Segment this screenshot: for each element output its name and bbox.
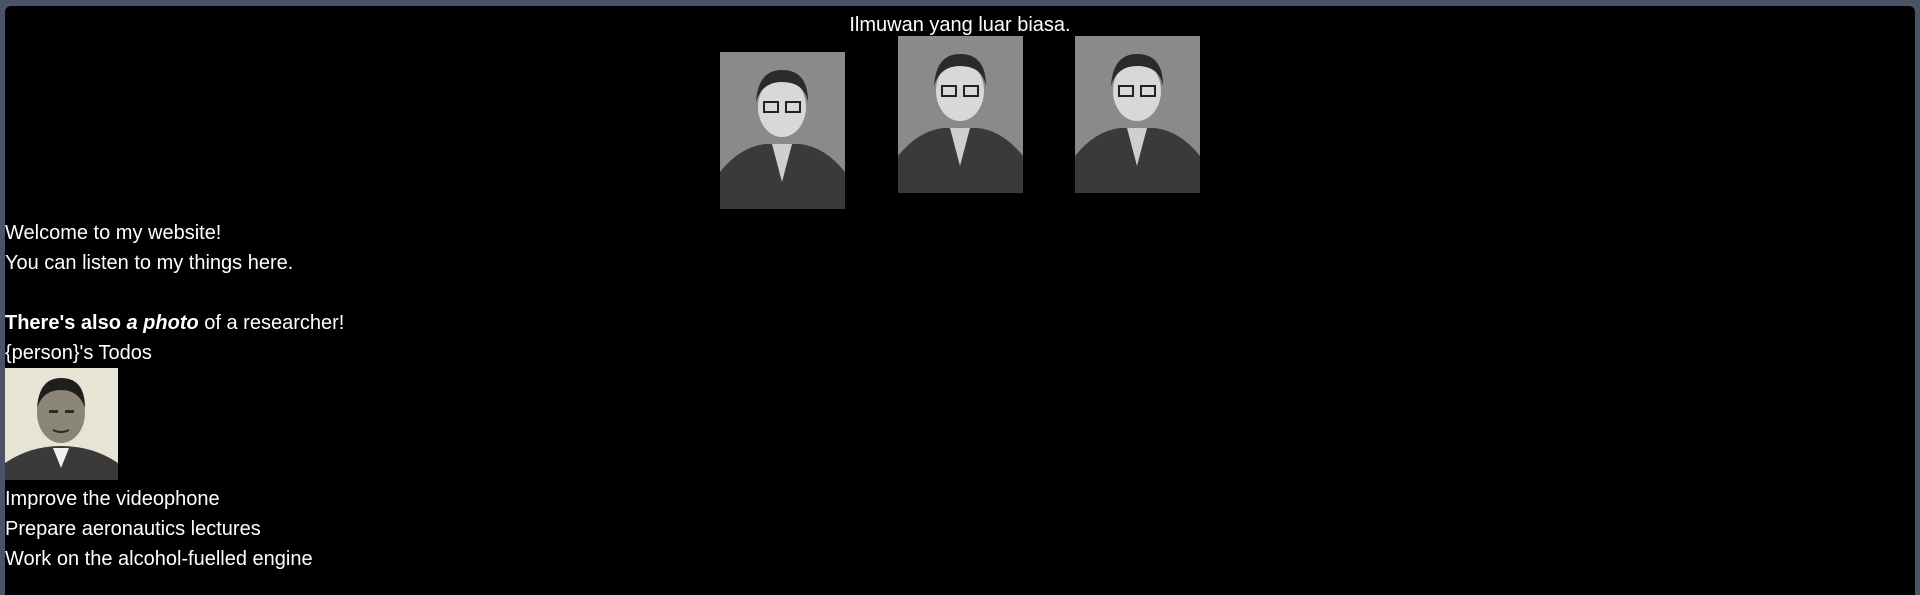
photo-note-suffix: of a researcher! [198, 312, 345, 334]
todos-heading: {person}'s Todos [5, 342, 152, 364]
photo-gallery [720, 36, 1200, 216]
todo-item: Prepare aeronautics lectures [5, 518, 261, 540]
todo-item: Improve the videophone [5, 488, 220, 510]
portrait-photo [720, 52, 845, 209]
researcher-photo [5, 368, 118, 480]
photo-note-emphasis: a photo [126, 312, 199, 334]
portrait-photo [898, 36, 1023, 193]
listen-text: You can listen to my things here. [5, 252, 294, 274]
photo-note-prefix: There's also [5, 312, 121, 334]
photo-note: There's also a photo of a researcher! [5, 308, 344, 338]
main-content: Welcome to my website! You can listen to… [5, 218, 344, 574]
page-frame: Ilmuwan yang luar biasa. Welcome to my w… [5, 6, 1915, 595]
welcome-text: Welcome to my website! [5, 222, 222, 244]
photo-note-strong: There's also a photo [5, 312, 199, 334]
portrait-photo [1075, 36, 1200, 193]
todo-item: Work on the alcohol-fuelled engine [5, 548, 313, 570]
